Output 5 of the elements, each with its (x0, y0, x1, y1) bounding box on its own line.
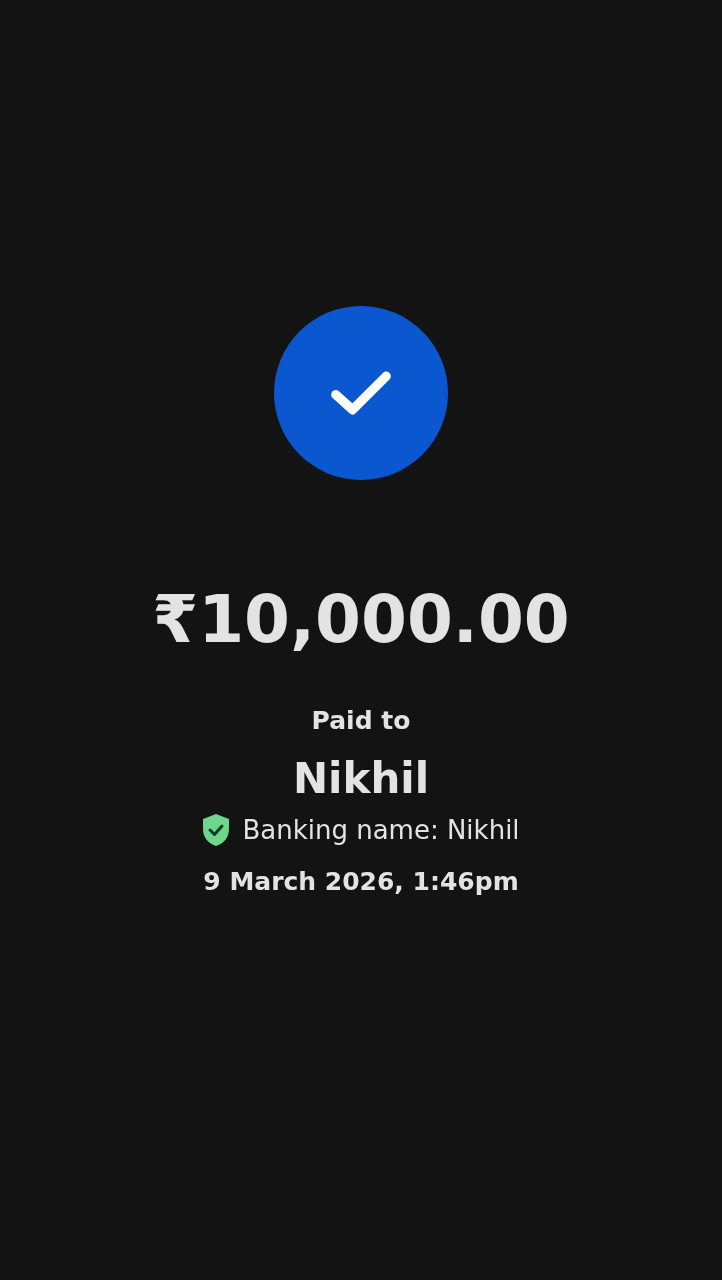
banking-name: Banking name: Nikhil (242, 814, 520, 847)
paid-to-label: Paid to (311, 705, 411, 737)
payment-timestamp: 9 March 2026, 1:46pm (203, 866, 519, 898)
payee-name: Nikhil (292, 753, 430, 805)
amount: ₹10,000.00 (152, 580, 570, 660)
